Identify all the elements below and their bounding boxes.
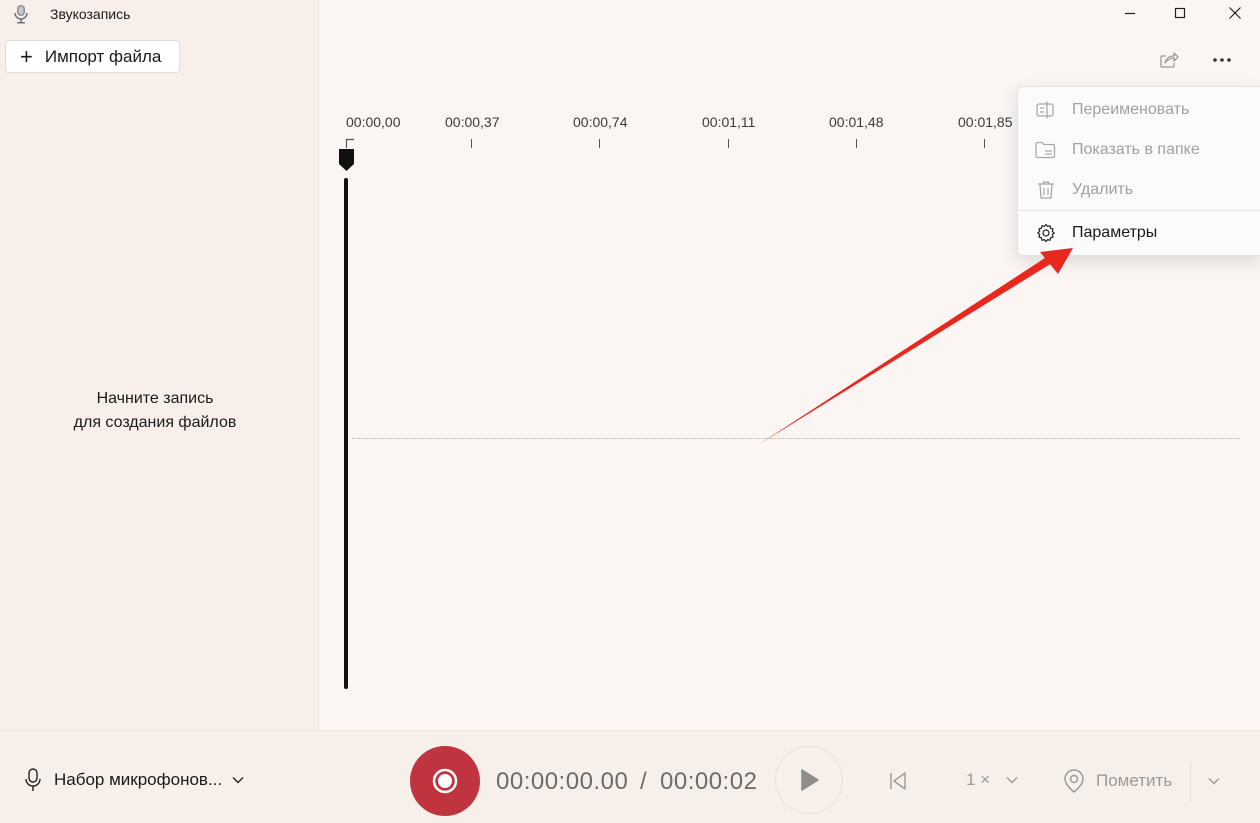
- playhead-handle[interactable]: [338, 148, 355, 172]
- marker-dropdown-button[interactable]: [1200, 767, 1228, 795]
- add-marker-button[interactable]: Пометить: [1062, 767, 1172, 795]
- timeline-tick: [599, 139, 600, 148]
- maximize-button[interactable]: [1155, 0, 1205, 26]
- empty-state-line2: для создания файлов: [73, 414, 237, 431]
- playhead-line[interactable]: [344, 178, 348, 689]
- timeline-tick: [856, 139, 857, 148]
- import-file-button[interactable]: + Импорт файла: [5, 40, 180, 73]
- microphone-selector[interactable]: Набор микрофонов...: [24, 767, 244, 793]
- menu-item-settings[interactable]: Параметры: [1018, 215, 1260, 251]
- menu-item-label: Показать в папке: [1072, 141, 1200, 158]
- menu-item-label: Параметры: [1072, 224, 1158, 241]
- empty-state-line1: Начните запись: [96, 390, 214, 407]
- chevron-down-icon: [1208, 778, 1220, 785]
- skip-to-start-button[interactable]: [884, 767, 912, 795]
- timeline-tick-label: 00:01,11: [702, 114, 756, 130]
- waveform-baseline: [352, 438, 1240, 439]
- timeline-tick-label: 00:00,74: [573, 114, 628, 130]
- timeline-tick: [728, 139, 729, 148]
- more-icon: [1213, 58, 1231, 62]
- gear-icon: [1035, 222, 1057, 244]
- play-icon: [801, 769, 819, 791]
- close-icon: [1229, 7, 1241, 19]
- play-button[interactable]: [775, 746, 843, 814]
- microphone-app-icon: [14, 5, 28, 24]
- close-button[interactable]: [1210, 0, 1260, 26]
- menu-item-label: Переименовать: [1072, 101, 1190, 118]
- skip-back-icon: [890, 772, 906, 790]
- empty-state-message: Начните запись для создания файлов: [0, 387, 310, 435]
- timeline-tick-label: 00:01,85: [958, 114, 1013, 130]
- timeline-tick: [471, 139, 472, 148]
- share-icon: [1160, 52, 1179, 68]
- minimize-icon: [1125, 12, 1135, 15]
- location-pin-icon: [1064, 769, 1084, 793]
- time-separator: /: [640, 768, 647, 795]
- bottom-bar: Набор микрофонов... 00:00:00.00 / 00:00:…: [0, 730, 1260, 823]
- app-title: Звукозапись: [50, 6, 131, 22]
- minimize-button[interactable]: [1105, 0, 1155, 26]
- speed-label: 1 ×: [966, 770, 991, 789]
- chevron-down-icon: [232, 777, 244, 784]
- rename-icon: [1035, 99, 1057, 121]
- menu-separator: [1018, 210, 1260, 211]
- timeline-tick-label: 00:00,37: [445, 114, 500, 130]
- start-marker-icon: [345, 138, 354, 148]
- chevron-down-icon: [1006, 777, 1018, 784]
- import-file-label: Импорт файла: [44, 46, 162, 66]
- trash-icon: [1035, 179, 1057, 201]
- timeline-tick: [984, 139, 985, 148]
- bottom-divider: [1190, 761, 1191, 801]
- more-options-button[interactable]: [1205, 45, 1239, 75]
- title-bar: Звукозапись: [12, 4, 130, 24]
- context-menu: Переименовать Показать в папке Удалить П…: [1017, 86, 1260, 256]
- maximize-icon: [1174, 7, 1186, 19]
- menu-item-show-in-folder[interactable]: Показать в папке: [1018, 132, 1260, 168]
- total-time: 00:00:02: [660, 768, 758, 795]
- record-icon: [432, 768, 458, 794]
- menu-item-label: Удалить: [1072, 181, 1134, 198]
- microphone-icon: [25, 768, 41, 791]
- folder-icon: [1035, 139, 1057, 161]
- timeline-tick-label: 00:00,00: [346, 114, 401, 130]
- record-button[interactable]: [410, 746, 480, 816]
- timeline-tick-label: 00:01,48: [829, 114, 884, 130]
- current-time: 00:00:00.00: [496, 768, 629, 795]
- menu-item-delete[interactable]: Удалить: [1018, 172, 1260, 208]
- sidebar: Звукозапись + Импорт файла Начните запис…: [0, 0, 319, 730]
- share-button[interactable]: [1152, 45, 1186, 75]
- playback-speed-selector[interactable]: 1 ×: [966, 770, 1018, 790]
- microphone-label: Набор микрофонов...: [54, 770, 223, 789]
- mark-label: Пометить: [1096, 771, 1173, 790]
- menu-item-rename[interactable]: Переименовать: [1018, 92, 1260, 128]
- plus-icon: +: [20, 43, 33, 69]
